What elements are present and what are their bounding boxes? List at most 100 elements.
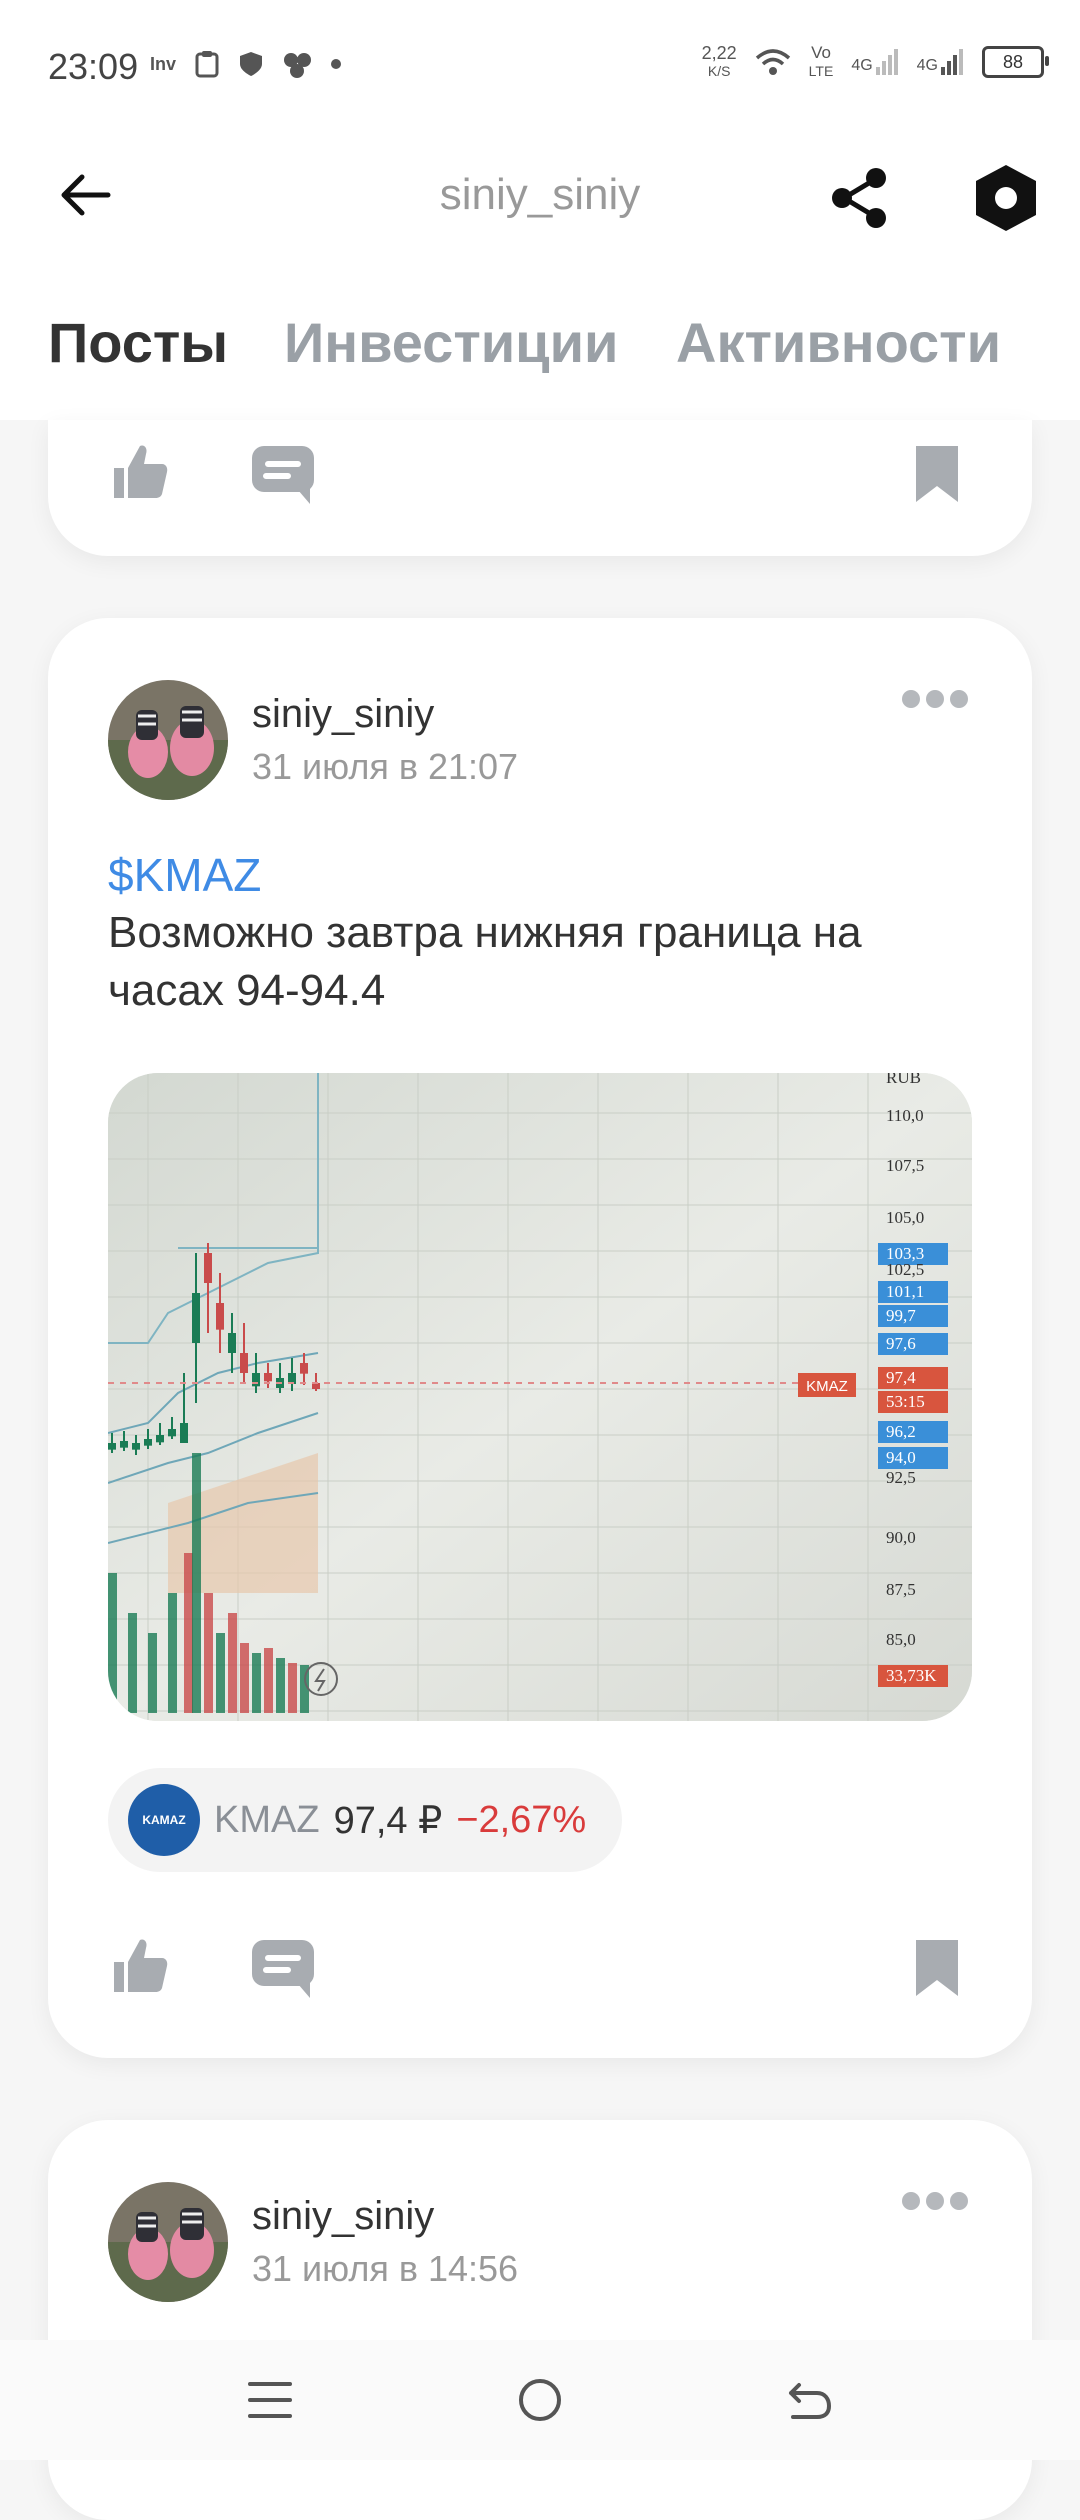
avatar[interactable] bbox=[108, 680, 228, 800]
chart-price-tag: KMAZ bbox=[806, 1378, 848, 1395]
volume-bar bbox=[252, 1653, 261, 1713]
kamaz-logo: KAMAZ bbox=[128, 1784, 200, 1856]
dot bbox=[950, 690, 968, 708]
shield-icon bbox=[240, 52, 263, 76]
candle-body bbox=[300, 1363, 308, 1374]
signal-2-label: 4G bbox=[916, 57, 938, 74]
clipboard-icon bbox=[195, 51, 219, 78]
home-circle-icon bbox=[519, 2379, 561, 2421]
volume-bar bbox=[192, 1453, 201, 1713]
wifi-icon bbox=[755, 49, 790, 75]
ticker-chip[interactable]: KAMAZ KMAZ 97,4 ₽ −2,67% bbox=[108, 1768, 623, 1872]
more-options-button[interactable] bbox=[902, 2186, 972, 2216]
candle-body bbox=[264, 1373, 272, 1382]
thumbs-up-icon bbox=[114, 445, 168, 498]
volume-bar bbox=[148, 1633, 157, 1713]
dot-icon bbox=[331, 59, 342, 69]
page-title: siniy_siniy bbox=[439, 170, 641, 219]
signal-2: 4G bbox=[917, 49, 964, 75]
chart-photo: RUB110,0107,5105,0103,3102,5101,199,797,… bbox=[108, 1073, 972, 1721]
axis-unit: RUB bbox=[886, 1073, 921, 1087]
recent-apps-button[interactable] bbox=[230, 2360, 310, 2440]
post-card: siniy_siniy 31 июля в 21:07 $KMAZ Возмож… bbox=[48, 618, 1032, 2058]
price-tick-label: 92,5 bbox=[886, 1468, 916, 1487]
dot bbox=[902, 2192, 920, 2210]
candle-body bbox=[108, 1443, 116, 1450]
bookmark-icon bbox=[916, 446, 958, 502]
thumbs-up-icon bbox=[114, 1939, 168, 1992]
comment-icon bbox=[252, 1940, 314, 1998]
dot bbox=[902, 690, 920, 708]
candle-body bbox=[240, 1353, 248, 1373]
ticker-price: 97,4 ₽ bbox=[333, 1799, 443, 1842]
price-tick-label: 96,2 bbox=[886, 1422, 916, 1441]
volume-bar bbox=[128, 1613, 137, 1713]
tab-posts[interactable]: Посты bbox=[48, 310, 228, 375]
candle-body bbox=[252, 1373, 260, 1387]
price-tick-label: 101,1 bbox=[886, 1282, 924, 1301]
post-date: 31 июля в 21:07 bbox=[252, 746, 519, 787]
menu-lines-icon bbox=[248, 2382, 292, 2418]
system-nav-bar bbox=[0, 2340, 1080, 2460]
ticker-symbol: KMAZ bbox=[214, 1798, 320, 1841]
like-button[interactable] bbox=[108, 1934, 172, 1998]
volume-bar bbox=[240, 1643, 249, 1713]
price-tick-label: 90,0 bbox=[886, 1528, 916, 1547]
avatar[interactable] bbox=[108, 2182, 228, 2302]
post-text: Возможно завтра нижняя граница на часах … bbox=[108, 908, 862, 1015]
status-left-icons: Inv bbox=[150, 50, 342, 78]
price-tick-label: 87,5 bbox=[886, 1580, 916, 1599]
status-right-icons: 2,22 K/S Vo LTE 4G 4G 88 bbox=[701, 43, 1049, 80]
volume-bar bbox=[204, 1593, 213, 1713]
candle-body bbox=[204, 1253, 212, 1283]
candle-body bbox=[132, 1443, 140, 1450]
price-tick-label: 102,5 bbox=[886, 1260, 924, 1279]
like-button[interactable] bbox=[108, 440, 172, 504]
price-tick-label: 94,0 bbox=[886, 1448, 916, 1467]
candle-body bbox=[120, 1441, 128, 1448]
volume-bar bbox=[108, 1573, 117, 1713]
more-options-button[interactable] bbox=[902, 684, 972, 714]
profile-tabs: Посты Инвестиции Активности bbox=[0, 260, 1080, 420]
signal-1: 4G bbox=[851, 49, 898, 75]
tab-activities[interactable]: Активности bbox=[676, 310, 1001, 375]
settings-button[interactable] bbox=[966, 158, 1046, 238]
battery-icon: 88 bbox=[982, 46, 1049, 78]
price-tick-label: 97,6 bbox=[886, 1334, 916, 1353]
volume-bar bbox=[264, 1648, 273, 1713]
comment-button[interactable] bbox=[248, 440, 318, 510]
tab-investments[interactable]: Инвестиции bbox=[284, 310, 618, 375]
candle-body bbox=[156, 1435, 164, 1443]
net-speed-value: 2,22 bbox=[701, 43, 737, 63]
candle-body bbox=[228, 1333, 236, 1353]
settings-hexagon-icon bbox=[976, 165, 1036, 231]
bookmark-button[interactable] bbox=[912, 442, 962, 506]
signal-1-label: 4G bbox=[851, 57, 873, 74]
comment-button[interactable] bbox=[248, 1934, 318, 2004]
share-button[interactable] bbox=[820, 158, 900, 238]
share-icon bbox=[832, 168, 886, 228]
back-curve-icon bbox=[789, 2383, 831, 2419]
home-button[interactable] bbox=[500, 2360, 580, 2440]
price-tick-label: 110,0 bbox=[886, 1106, 924, 1125]
app-dots-icon bbox=[284, 53, 312, 78]
post-author[interactable]: siniy_siniy bbox=[252, 2194, 434, 2239]
bookmark-icon bbox=[916, 1940, 958, 1996]
post-author[interactable]: siniy_siniy bbox=[252, 692, 434, 737]
post-image[interactable]: RUB 110,0 107,5 105,0 103,3 102,5 101,1 99,7 97,… bbox=[108, 1073, 972, 1721]
volume-bar bbox=[168, 1593, 177, 1713]
back-system-button[interactable] bbox=[770, 2360, 850, 2440]
bookmark-button[interactable] bbox=[912, 1936, 962, 2000]
inv-icon: Inv bbox=[150, 53, 177, 74]
volume-bar bbox=[276, 1658, 285, 1713]
volte-top: Vo bbox=[811, 43, 831, 62]
dot bbox=[926, 2192, 944, 2210]
candle-body bbox=[216, 1303, 224, 1330]
price-tick-label: 107,5 bbox=[886, 1156, 924, 1175]
ticker-change: −2,67% bbox=[456, 1798, 587, 1841]
candle-body bbox=[144, 1439, 152, 1446]
dot bbox=[926, 690, 944, 708]
ticker-link[interactable]: $KMAZ bbox=[108, 848, 261, 902]
volte-indicator: Vo LTE bbox=[809, 44, 834, 80]
volte-bottom: LTE bbox=[808, 63, 834, 79]
